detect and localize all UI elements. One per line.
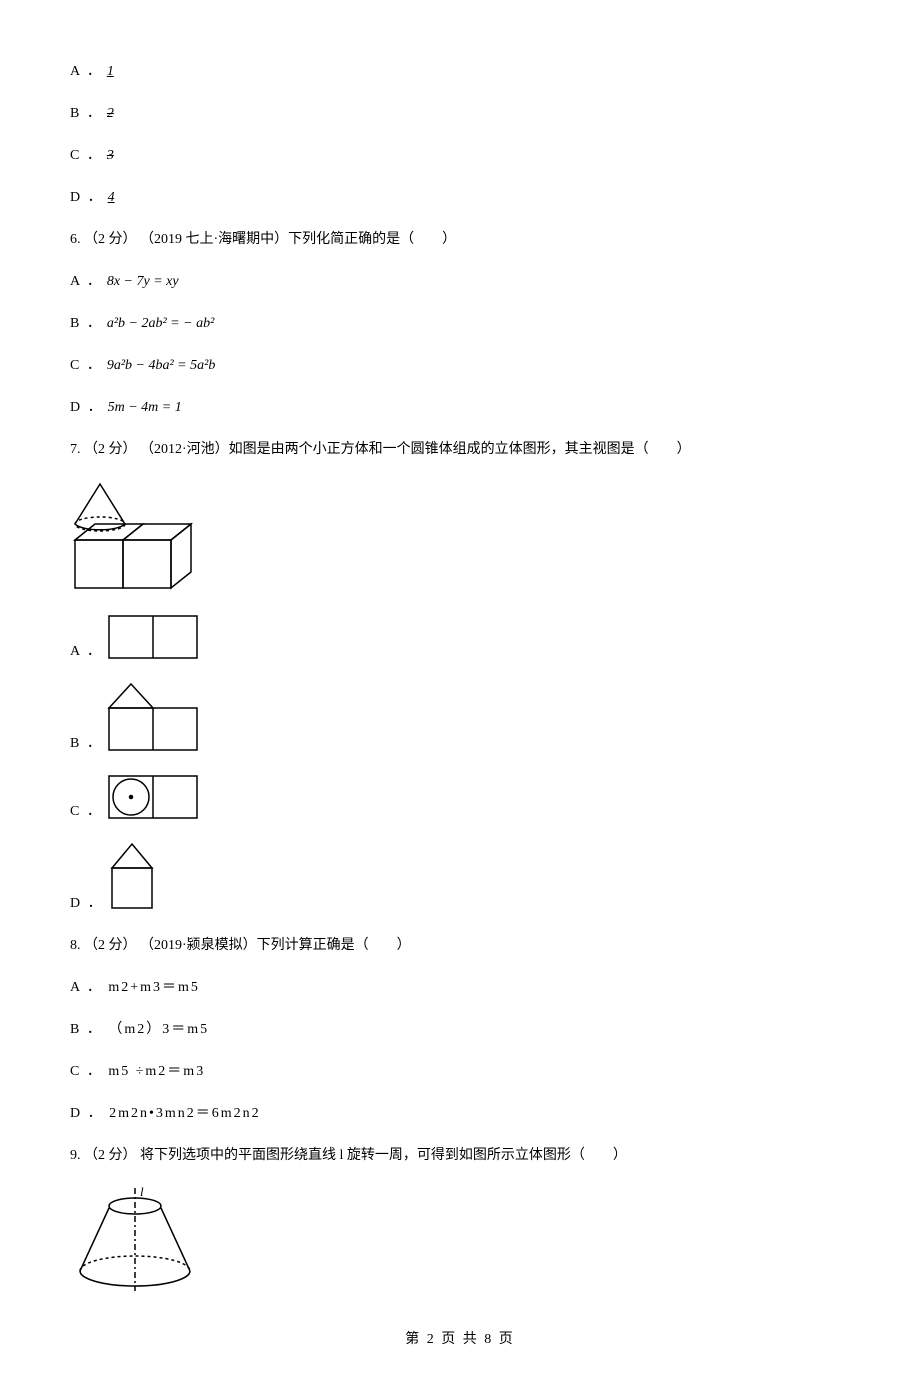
option-text: A ． m2+m3＝m5 [70,976,200,996]
option-text: C ． m5 ÷m2＝m3 [70,1060,205,1080]
stem-body: 下列计算正确是（ ） [257,934,411,954]
q6-stem: 6. （2 分） （2019 七上·海曙期中） 下列化简正确的是（ ） [70,228,850,248]
option-text: D ． 2m2n•3mn2＝6m2n2 [70,1102,261,1122]
q7d-icon [108,842,156,912]
option-label: B ． [70,732,103,752]
q8-option-b: B ． （m2）3＝m5 [70,1018,850,1038]
frustum-icon: l [70,1186,200,1298]
q9-figure: l [70,1186,850,1298]
svg-text:l: l [140,1186,144,1199]
q5-option-c: C ． 3 [70,144,850,164]
option-value: 4 [108,190,115,206]
q6-option-b: B ． a²b − 2ab² = − ab² [70,312,850,332]
cubes-cone-icon [70,480,200,592]
q7-option-a: A ． [70,614,850,660]
q7c-icon [107,774,199,820]
option-label: C ． [70,800,103,820]
option-label: D ． [70,892,104,912]
q8-stem: 8. （2 分） （2019·颍泉模拟） 下列计算正确是（ ） [70,934,850,954]
option-math: 9a²b − 4ba² = 5a²b [107,358,216,374]
q6-option-c: C ． 9a²b − 4ba² = 5a²b [70,354,850,374]
option-math: 8x − 7y = xy [107,274,179,290]
option-label: C ． [70,144,103,164]
stem-num: 6. （2 分） （2019 七上·海曙期中） [70,228,288,248]
q5-option-b: B ． 2 [70,102,850,122]
q9-stem: 9. （2 分） 将下列选项中的平面图形绕直线 l 旋转一周，可得到如图所示立体… [70,1144,850,1164]
option-math: 5m − 4m = 1 [108,400,182,416]
stem-body: 如图是由两个小正方体和一个圆锥体组成的立体图形，其主视图是（ ） [229,438,691,458]
q7-option-b: B ． [70,682,850,752]
option-label: B ． [70,312,103,332]
stem-text: 9. （2 分） 将下列选项中的平面图形绕直线 l 旋转一周，可得到如图所示立体… [70,1144,627,1164]
stem-num: 8. （2 分） （2019·颍泉模拟） [70,934,257,954]
option-math: a²b − 2ab² = − ab² [107,316,214,332]
option-value: 3 [107,148,114,164]
option-value: 1 [107,64,114,80]
q7b-icon [107,682,199,752]
stem-num: 7. （2 分） （2012·河池） [70,438,229,458]
page-footer: 第 2 页 共 8 页 [70,1328,850,1348]
q6-option-a: A ． 8x − 7y = xy [70,270,850,290]
q8-option-d: D ． 2m2n•3mn2＝6m2n2 [70,1102,850,1122]
option-label: D ． [70,396,104,416]
option-text: B ． （m2）3＝m5 [70,1018,209,1038]
option-label: D ． [70,186,104,206]
q7a-icon [107,614,199,660]
q7-figure [70,480,850,592]
option-label: C ． [70,354,103,374]
q5-option-d: D ． 4 [70,186,850,206]
option-label: A ． [70,640,103,660]
option-value: 2 [107,106,114,122]
q6-option-d: D ． 5m − 4m = 1 [70,396,850,416]
q7-option-d: D ． [70,842,850,912]
option-label: A ． [70,60,103,80]
q8-option-c: C ． m5 ÷m2＝m3 [70,1060,850,1080]
q8-option-a: A ． m2+m3＝m5 [70,976,850,996]
option-label: B ． [70,102,103,122]
page-content: A ． 1 B ． 2 C ． 3 D ． 4 6. （2 分） （2019 七… [0,0,920,1388]
q7-option-c: C ． [70,774,850,820]
stem-body: 下列化简正确的是（ ） [288,228,456,248]
option-label: A ． [70,270,103,290]
q5-option-a: A ． 1 [70,60,850,80]
q7-stem: 7. （2 分） （2012·河池） 如图是由两个小正方体和一个圆锥体组成的立体… [70,438,850,458]
